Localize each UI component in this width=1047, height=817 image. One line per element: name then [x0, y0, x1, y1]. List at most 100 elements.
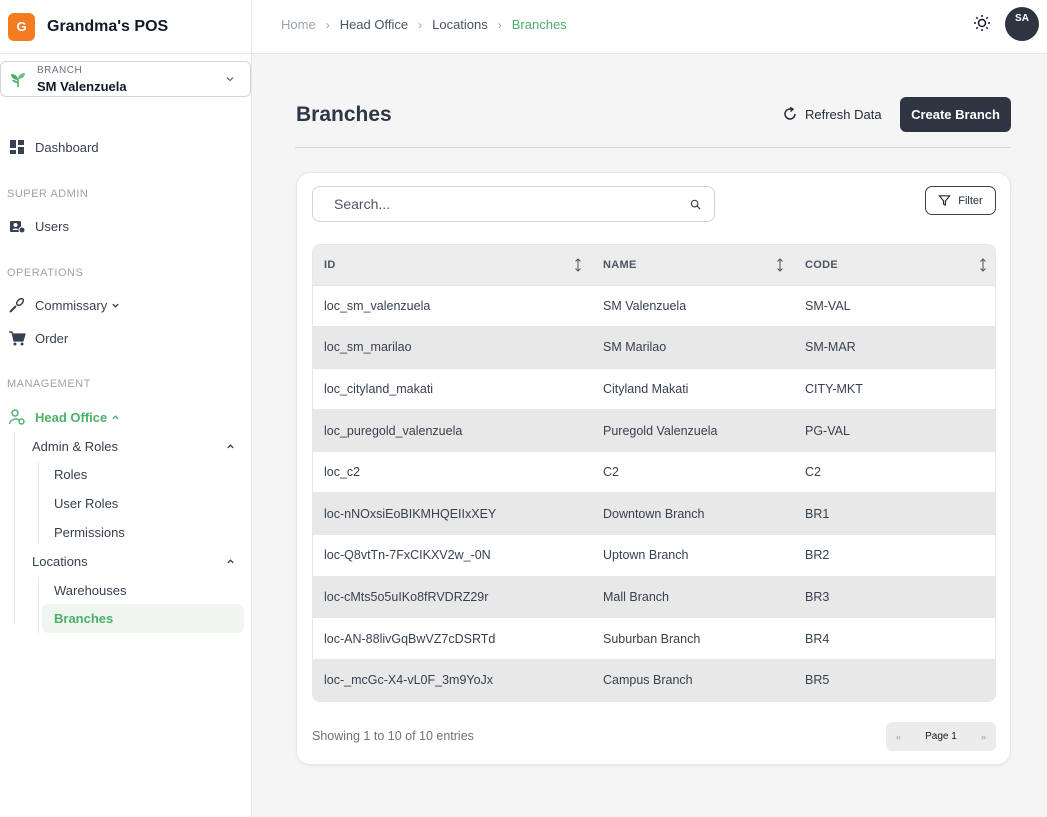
column-header-label: NAME [603, 258, 637, 271]
table-row[interactable]: loc-Q8vtTn-7FxCIKXV2w_-0N Uptown Branch BR… [313, 534, 995, 577]
column-header-label: CODE [805, 258, 838, 271]
avatar[interactable]: SA [1005, 7, 1039, 41]
submenu-line [38, 462, 39, 544]
cell-id: loc_sm_marilao [324, 340, 412, 355]
submenu-line [14, 432, 15, 624]
user-settings-icon [8, 409, 25, 425]
cell-code: SM-VAL [805, 298, 851, 313]
table-row[interactable]: loc_cityland_makati Cityland Makati CITY-M… [313, 368, 995, 410]
sidebar-item-branches[interactable]: Branches [54, 611, 113, 626]
table-row[interactable]: loc_puregold_valenzuela Puregold Valenzue… [313, 409, 995, 452]
sidebar-item-roles[interactable]: Roles [54, 467, 87, 482]
sidebar-item-label: Head Office [35, 409, 108, 425]
cell-code: BR1 [805, 506, 830, 521]
sidebar-item-order[interactable]: Order [8, 329, 68, 347]
chevron-up-icon [227, 559, 234, 564]
branch-selector-value: SM Valenzuela [37, 79, 127, 94]
cell-id: loc-nNOxsiEoBIKMHQEIIxXEY [324, 506, 497, 521]
breadcrumb-separator-icon: › [497, 17, 502, 32]
search-icon [690, 199, 701, 210]
search-input[interactable] [312, 186, 715, 222]
cell-name: SM Marilao [603, 340, 667, 355]
cell-code: BR2 [805, 548, 830, 563]
sidebar-item-users[interactable]: Users [8, 217, 69, 235]
branch-selector[interactable]: BRANCH SM Valenzuela [0, 61, 251, 97]
dashboard-icon [10, 140, 24, 154]
chevron-up-icon [227, 444, 234, 449]
sidebar-item-label: Commissary [35, 297, 108, 313]
breadcrumb-branches: Branches [511, 17, 567, 32]
cell-id: loc-AN-88livGqBwVZ7cDSRTd [324, 631, 496, 646]
branches-table: ID NAME CODE loc_sm_valenzuela SM Valenzu… [312, 244, 996, 702]
filter-button[interactable]: Filter [925, 186, 996, 215]
cell-id: loc_cityland_makati [324, 381, 434, 396]
cell-id: loc_puregold_valenzuela [324, 423, 463, 438]
prev-page-icon[interactable]: « [896, 732, 901, 742]
cell-name: Campus Branch [603, 673, 693, 688]
cell-code: C2 [805, 465, 821, 480]
breadcrumb-separator-icon: › [325, 17, 330, 32]
branch-selector-label: BRANCH [37, 65, 83, 76]
table-header-row: ID NAME CODE [313, 245, 995, 285]
cell-name: Puregold Valenzuela [603, 423, 718, 438]
sidebar-item-dashboard[interactable]: Dashboard [8, 138, 99, 156]
cell-id: loc_sm_valenzuela [324, 298, 431, 313]
sidebar-item-user-roles[interactable]: User Roles [54, 496, 118, 511]
section-label-management: MANAGEMENT [7, 378, 91, 390]
cell-code: CITY-MKT [805, 381, 863, 396]
filter-icon [938, 195, 952, 207]
table-row[interactable]: loc-cMts5o5uIKo8fRVDRZ29r Mall Branch BR3 [313, 576, 995, 618]
brand-logo: G [8, 12, 35, 41]
column-header-code[interactable]: CODE [794, 245, 995, 285]
cell-name: Cityland Makati [603, 381, 689, 396]
table-row[interactable]: loc_sm_valenzuela SM Valenzuela SM-VAL [313, 285, 995, 327]
table-row[interactable]: loc_c2 C2 C2 [313, 451, 995, 493]
cell-name: Downtown Branch [603, 506, 705, 521]
sidebar-item-head-office[interactable]: Head Office [8, 408, 120, 426]
cell-name: Mall Branch [603, 589, 669, 604]
top-bar: Home › Head Office › Locations › Branche… [252, 0, 1047, 54]
next-page-icon[interactable]: » [981, 732, 986, 742]
cell-name: Uptown Branch [603, 548, 689, 563]
breadcrumb-locations[interactable]: Locations [432, 17, 488, 32]
sun-icon[interactable] [973, 14, 991, 32]
cell-code: BR3 [805, 589, 830, 604]
sidebar-item-permissions[interactable]: Permissions [54, 525, 125, 540]
sort-icon [777, 258, 783, 272]
whisk-icon [9, 297, 25, 313]
sidebar-item-label: Dashboard [35, 139, 99, 155]
breadcrumb: Home › Head Office › Locations › Branche… [281, 17, 567, 32]
cart-icon [9, 331, 26, 346]
refresh-button[interactable]: Refresh Data [782, 106, 882, 122]
table-row[interactable]: loc_sm_marilao SM Marilao SM-MAR [313, 326, 995, 369]
header-divider [295, 147, 1011, 148]
breadcrumb-head-office[interactable]: Head Office [340, 17, 408, 32]
users-icon [10, 221, 26, 234]
section-label-super-admin: SUPER ADMIN [7, 188, 89, 200]
refresh-label: Refresh Data [805, 106, 882, 122]
sidebar-item-locations[interactable]: Locations [32, 554, 88, 569]
cell-id: loc-Q8vtTn-7FxCIKXV2w_-0N [324, 548, 491, 563]
submenu-line [38, 577, 39, 633]
table-row[interactable]: loc-nNOxsiEoBIKMHQEIIxXEY Downtown Branch… [313, 492, 995, 535]
cell-code: BR4 [805, 631, 830, 646]
column-header-id[interactable]: ID [313, 245, 592, 285]
create-branch-button[interactable]: Create Branch [900, 97, 1011, 132]
refresh-icon [784, 106, 796, 120]
cell-code: BR5 [805, 673, 830, 688]
sidebar-item-admin-roles[interactable]: Admin & Roles [32, 439, 118, 454]
column-header-label: ID [324, 258, 336, 271]
sidebar-item-warehouses[interactable]: Warehouses [54, 583, 127, 598]
breadcrumb-home[interactable]: Home [281, 17, 316, 32]
sidebar-item-label: Users [35, 218, 69, 234]
table-row[interactable]: loc-AN-88livGqBwVZ7cDSRTd Suburban Branch… [313, 617, 995, 660]
chevron-up-icon [112, 414, 119, 419]
table-row[interactable]: loc-_mcGc-X4-vL0F_3m9YoJx Campus Branch BR… [313, 659, 995, 701]
cell-name: Suburban Branch [603, 631, 701, 646]
sidebar: G Grandma's POS BRANCH SM Valenzuela Das… [0, 0, 252, 817]
page-indicator: Page 1 [925, 731, 957, 742]
sidebar-item-commissary[interactable]: Commissary [8, 296, 120, 314]
app-name: Grandma's POS [47, 17, 169, 35]
column-header-name[interactable]: NAME [592, 245, 794, 285]
breadcrumb-separator-icon: › [418, 17, 423, 32]
